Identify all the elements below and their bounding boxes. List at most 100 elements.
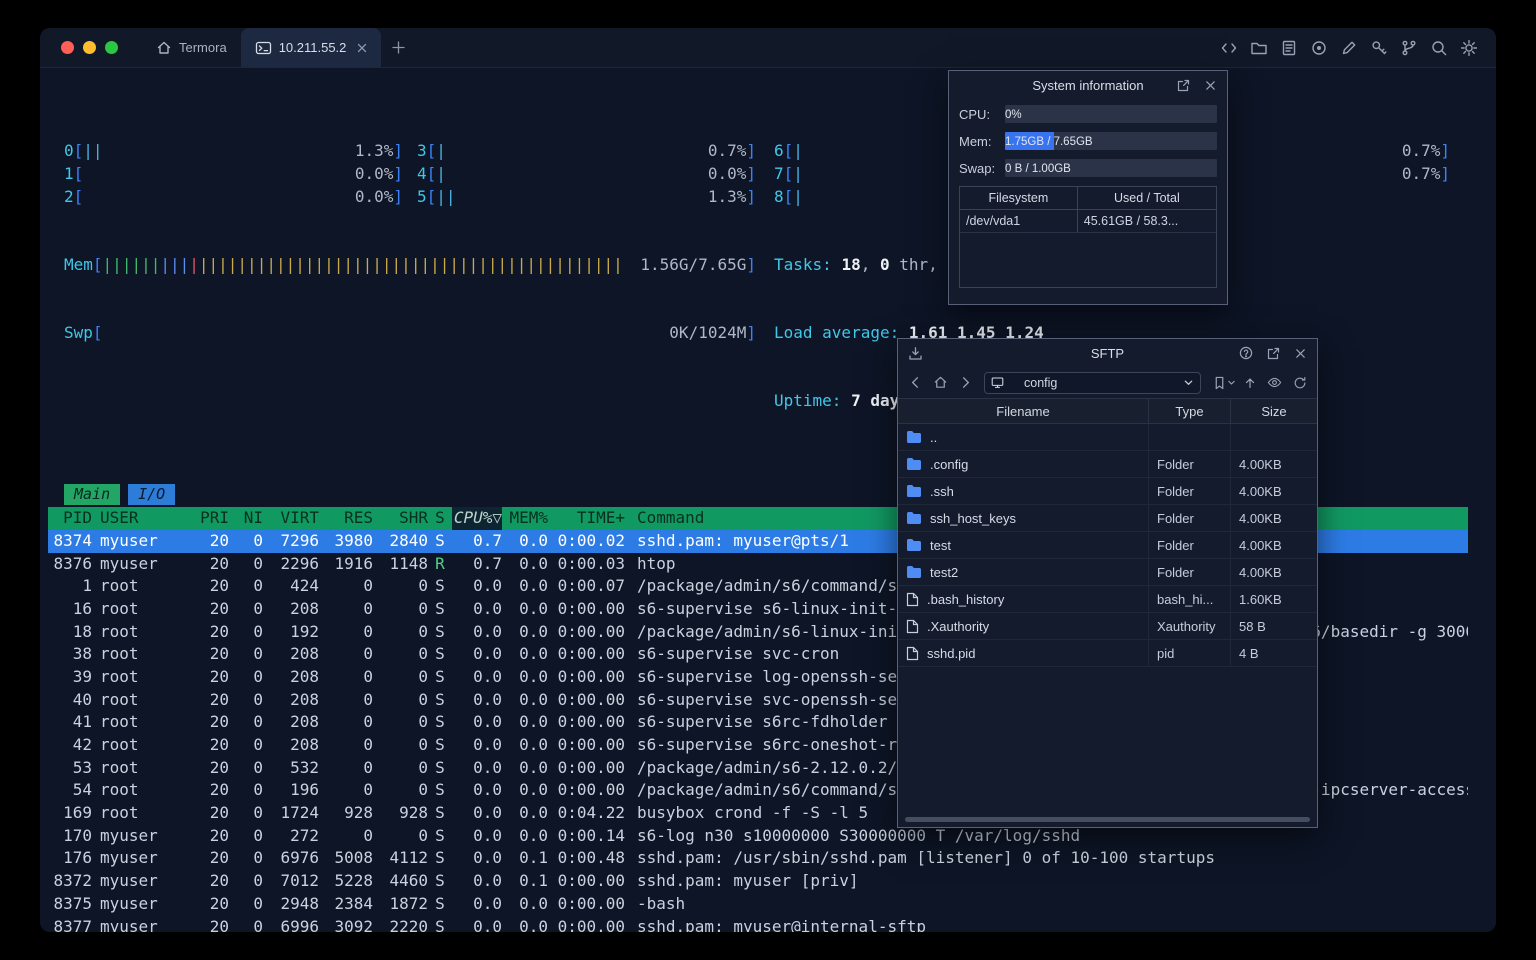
cell-virt: 208: [290, 735, 319, 755]
htop-screen-tab[interactable]: Main: [64, 484, 121, 506]
col-user[interactable]: USER: [92, 507, 192, 530]
cell-mem: 0.0: [519, 893, 548, 913]
edit-icon[interactable]: [1335, 34, 1362, 61]
file-row[interactable]: test2 Folder 4.00KB: [898, 559, 1317, 586]
cell-user: root: [100, 689, 139, 709]
zoom-window-button[interactable]: [105, 41, 118, 54]
file-row[interactable]: test Folder 4.00KB: [898, 532, 1317, 559]
key-icon[interactable]: [1365, 34, 1392, 61]
filesystem-table-header: Filesystem Used / Total: [960, 187, 1216, 210]
col-shr[interactable]: SHR: [373, 507, 428, 530]
col-size[interactable]: Size: [1230, 399, 1317, 423]
bookmark-dropdown-icon[interactable]: [1227, 378, 1236, 387]
cell-cpu: 0.0: [473, 757, 502, 777]
parent-directory-icon[interactable]: [1238, 371, 1261, 394]
record-icon[interactable]: [1305, 34, 1332, 61]
path-breadcrumb[interactable]: config: [984, 371, 1201, 394]
col-type[interactable]: Type: [1148, 399, 1230, 423]
swap-label: Swap:: [959, 160, 996, 176]
cell-state: S: [435, 530, 445, 550]
cell-mem: 0.0: [519, 576, 548, 596]
cell-virt: 2948: [280, 893, 319, 913]
cell-pri: 20: [209, 871, 229, 891]
close-icon[interactable]: [1291, 344, 1309, 362]
show-hidden-icon[interactable]: [1263, 371, 1286, 394]
log-icon[interactable]: [1275, 34, 1302, 61]
cell-state: S: [435, 757, 445, 777]
chevron-down-icon[interactable]: [1183, 377, 1194, 388]
new-tab-button[interactable]: [381, 28, 415, 67]
code-icon[interactable]: [1215, 34, 1242, 61]
col-filename[interactable]: Filename: [898, 399, 1148, 423]
cell-pid: 176: [63, 848, 92, 868]
cell-pid: 8372: [53, 871, 92, 891]
col-filesystem: Filesystem: [960, 187, 1078, 209]
col-pid[interactable]: PID: [48, 507, 92, 530]
htop-screen-tab[interactable]: I/O: [128, 484, 176, 506]
col-ni[interactable]: NI: [229, 507, 263, 530]
file-row[interactable]: sshd.pid pid 4 B: [898, 640, 1317, 667]
branch-icon[interactable]: [1395, 34, 1422, 61]
cell-shr: 0: [418, 644, 428, 664]
process-row[interactable]: 170 myuser 20 0 272 0 0 S 0.0 0.0 0:00.1…: [48, 825, 1468, 848]
cell-ni: 0: [253, 576, 263, 596]
close-window-button[interactable]: [61, 41, 74, 54]
close-tab-icon[interactable]: [357, 43, 367, 53]
folder-icon[interactable]: [1245, 34, 1272, 61]
cell-res: 0: [363, 825, 373, 845]
open-in-window-icon[interactable]: [1174, 76, 1192, 94]
minimize-window-button[interactable]: [83, 41, 96, 54]
file-type: pid: [1148, 640, 1230, 666]
tab-host[interactable]: 10.211.55.2: [240, 28, 382, 67]
close-icon[interactable]: [1201, 76, 1219, 94]
cell-ni: 0: [253, 780, 263, 800]
swap-usage-bar: 0 B / 1.00GB: [1005, 159, 1217, 177]
col-state[interactable]: S: [428, 507, 452, 530]
process-row[interactable]: 8377 myuser 20 0 6996 3092 2220 S 0.0 0.…: [48, 916, 1468, 932]
file-row[interactable]: .Xauthority Xauthority 58 B: [898, 613, 1317, 640]
cell-pri: 20: [209, 735, 229, 755]
cell-shr: 1148: [389, 553, 428, 573]
process-row[interactable]: 176 myuser 20 0 6976 5008 4112 S 0.0 0.1…: [48, 847, 1468, 870]
cell-time: 0:00.00: [557, 712, 625, 732]
refresh-icon[interactable]: [1288, 371, 1311, 394]
forward-icon[interactable]: [954, 371, 977, 394]
cell-cpu: 0.0: [473, 735, 502, 755]
col-virt[interactable]: VIRT: [263, 507, 319, 530]
col-pri[interactable]: PRI: [192, 507, 229, 530]
cell-pri: 20: [209, 553, 229, 573]
tab-termora[interactable]: Termora: [142, 28, 241, 67]
filesystem-row[interactable]: /dev/vda1 45.61GB / 58.3...: [960, 210, 1216, 233]
settings-icon[interactable]: [1455, 34, 1482, 61]
cell-user: root: [100, 644, 139, 664]
open-in-window-icon[interactable]: [1264, 344, 1282, 362]
back-icon[interactable]: [904, 371, 927, 394]
cell-cpu: 0.7: [473, 530, 502, 550]
cell-virt: 424: [290, 576, 319, 596]
file-row[interactable]: .bash_history bash_hi... 1.60KB: [898, 586, 1317, 613]
process-row[interactable]: 8375 myuser 20 0 2948 2384 1872 S 0.0 0.…: [48, 893, 1468, 916]
cell-command: -bash: [637, 893, 686, 913]
transfers-icon[interactable]: [906, 344, 924, 362]
help-icon[interactable]: [1237, 344, 1255, 362]
process-row[interactable]: 8372 myuser 20 0 7012 5228 4460 S 0.0 0.…: [48, 870, 1468, 893]
col-time[interactable]: TIME+: [548, 507, 625, 530]
cell-res: 0: [363, 712, 373, 732]
file-row[interactable]: .config Folder 4.00KB: [898, 451, 1317, 478]
col-cpu-sorted[interactable]: CPU% ▽: [452, 507, 502, 530]
horizontal-scrollbar[interactable]: [905, 817, 1310, 822]
col-res[interactable]: RES: [319, 507, 373, 530]
file-row[interactable]: .ssh Folder 4.00KB: [898, 478, 1317, 505]
search-icon[interactable]: [1425, 34, 1452, 61]
cpu-meter: 5[|| 1.3%]: [417, 186, 756, 206]
cell-state: S: [435, 893, 445, 913]
home-icon[interactable]: [929, 371, 952, 394]
file-size: 4.00KB: [1230, 478, 1317, 504]
file-row[interactable]: ..: [898, 424, 1317, 451]
cpu-meter-row: 2[0.0%] 5[|| 1.3%]: [64, 186, 756, 209]
file-row[interactable]: ssh_host_keys Folder 4.00KB: [898, 505, 1317, 532]
cell-ni: 0: [253, 757, 263, 777]
cell-mem: 0.0: [519, 712, 548, 732]
col-mem[interactable]: MEM%: [502, 507, 548, 530]
cell-pid: 18: [72, 621, 92, 641]
